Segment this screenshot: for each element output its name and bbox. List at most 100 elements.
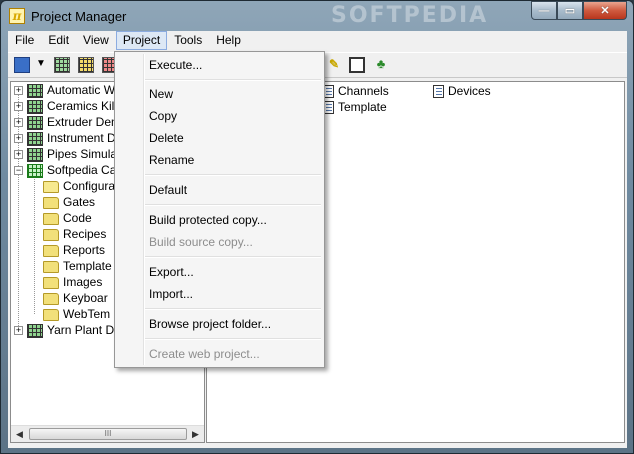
menu-separator — [145, 174, 321, 176]
menu-item-create-web-project: Create web project... — [149, 347, 260, 361]
app-icon[interactable]: π — [9, 8, 25, 24]
menu-separator — [145, 79, 321, 81]
menu-tools[interactable]: Tools — [167, 31, 209, 50]
menu-separator — [145, 256, 321, 258]
grid-icon — [27, 147, 43, 162]
list-item-devices[interactable]: Devices — [433, 83, 491, 99]
scroll-thumb[interactable]: III — [29, 428, 187, 440]
tree-node-folder[interactable]: WebTem — [43, 306, 110, 322]
close-button[interactable]: ✕ — [583, 1, 627, 20]
tree-node-label: Code — [63, 211, 92, 225]
expand-icon[interactable]: + — [14, 150, 23, 159]
grid-icon — [27, 115, 43, 130]
expand-icon[interactable]: + — [14, 326, 23, 335]
menu-item-execute[interactable]: Execute... — [117, 54, 322, 76]
tree-node-label: Template — [63, 259, 112, 273]
menu-item-export[interactable]: Export... — [117, 261, 322, 283]
tree-node-label: Keyboar — [63, 291, 108, 305]
tree-node-label: Recipes — [63, 227, 107, 241]
maximize-icon: ▭ — [564, 5, 576, 17]
tree-node-folder[interactable]: Images — [43, 274, 102, 290]
menu-separator — [145, 204, 321, 206]
tree-node-folder[interactable]: Template — [43, 258, 112, 274]
menubar: File Edit View Project Tools Help — [8, 31, 627, 51]
app-window: π Project Manager SOFTPEDIA — ▭ ✕ File E… — [0, 0, 634, 454]
wand-icon[interactable]: ✎ — [326, 57, 342, 73]
grid-star-icon[interactable] — [78, 57, 94, 73]
tree-node-label: Images — [63, 275, 103, 289]
menu-help[interactable]: Help — [209, 31, 248, 50]
list-item-channels[interactable]: Channels — [323, 83, 389, 99]
tree-node-folder[interactable]: Keyboar — [43, 290, 108, 306]
tree-node-label: Softpedia Ca — [47, 163, 117, 177]
menu-item-default[interactable]: Default — [117, 179, 322, 201]
tree-node-label: Extruder Dem — [47, 115, 122, 129]
expand-icon[interactable]: + — [14, 102, 23, 111]
grid-icon — [27, 83, 43, 98]
tree-node-label: WebTem — [63, 307, 111, 321]
tree-node-folder[interactable]: Gates — [43, 194, 95, 210]
document-icon — [433, 85, 444, 99]
grid-icon[interactable] — [54, 57, 70, 73]
tree-node-folder[interactable]: Configura — [43, 178, 115, 194]
tree-icon[interactable]: ♣ — [373, 57, 389, 73]
grid-icon — [27, 131, 43, 146]
folder-icon — [43, 292, 59, 305]
title-bar[interactable]: π Project Manager SOFTPEDIA — ▭ ✕ — [1, 1, 633, 31]
list-item-label: Channels — [338, 84, 389, 98]
menu-edit[interactable]: Edit — [41, 31, 76, 50]
menu-item-copy[interactable]: Copy — [117, 105, 322, 127]
open-folder-icon — [43, 180, 59, 193]
menu-item-build-protected-copy[interactable]: Build protected copy... — [117, 209, 322, 231]
close-icon: ✕ — [600, 5, 610, 17]
menu-item-import[interactable]: Import... — [117, 283, 322, 305]
tree-node-label: Reports — [63, 243, 106, 257]
minimize-button[interactable]: — — [531, 1, 557, 20]
scroll-left-icon[interactable]: ◀ — [11, 426, 28, 442]
folder-icon — [43, 196, 59, 209]
tree-node-folder[interactable]: Recipes — [43, 226, 106, 242]
grid-icon — [27, 99, 43, 114]
menu-view[interactable]: View — [76, 31, 116, 50]
list-item-label: Devices — [448, 84, 491, 98]
expand-icon[interactable]: + — [14, 134, 23, 143]
tree-node-label: Configura — [63, 179, 116, 193]
menu-item-new[interactable]: New — [117, 83, 322, 105]
collapse-icon[interactable]: − — [14, 166, 23, 175]
window-title: Project Manager — [31, 9, 127, 24]
horizontal-scrollbar[interactable]: ◀ III ▶ — [11, 425, 204, 442]
tree-node-label: Gates — [63, 195, 96, 209]
list-item-label: Template — [338, 100, 387, 114]
dropdown-arrow-icon[interactable]: ▼ — [36, 57, 46, 73]
menu-item-delete[interactable]: Delete — [117, 127, 322, 149]
minimize-icon: — — [538, 4, 550, 17]
scroll-right-icon[interactable]: ▶ — [187, 426, 204, 442]
folder-icon — [43, 308, 59, 321]
menu-project[interactable]: Project — [115, 31, 168, 50]
tree-node-label: Instrument De — [47, 131, 123, 145]
folder-icon — [43, 260, 59, 273]
expand-icon[interactable]: + — [14, 118, 23, 127]
menu-item-rename[interactable]: Rename — [117, 149, 322, 171]
project-icon[interactable] — [14, 57, 30, 73]
folder-icon — [43, 212, 59, 225]
menu-separator — [145, 308, 321, 310]
menu-item-build-source-copy: Build source copy... — [149, 235, 253, 249]
tree-node-folder[interactable]: Reports — [43, 242, 105, 258]
menu-file[interactable]: File — [8, 31, 41, 50]
menu-item-browse-project-folder[interactable]: Browse project folder... — [117, 313, 322, 335]
tree-node-label: Ceramics Kiln — [47, 99, 122, 113]
frame-icon[interactable] — [349, 57, 365, 73]
folder-icon — [43, 244, 59, 257]
folder-icon — [43, 228, 59, 241]
watermark: SOFTPEDIA — [331, 3, 489, 28]
list-item-template[interactable]: Template — [323, 99, 387, 115]
maximize-button[interactable]: ▭ — [557, 1, 583, 20]
tree-guide-line — [34, 170, 35, 314]
folder-icon — [43, 276, 59, 289]
expand-icon[interactable]: + — [14, 86, 23, 95]
grid-icon — [27, 323, 43, 338]
tree-node-label: Automatic W — [47, 83, 116, 97]
tree-node-folder[interactable]: Code — [43, 210, 92, 226]
project-menu-dropdown: Execute... New Copy Delete Rename Defaul… — [114, 51, 325, 368]
